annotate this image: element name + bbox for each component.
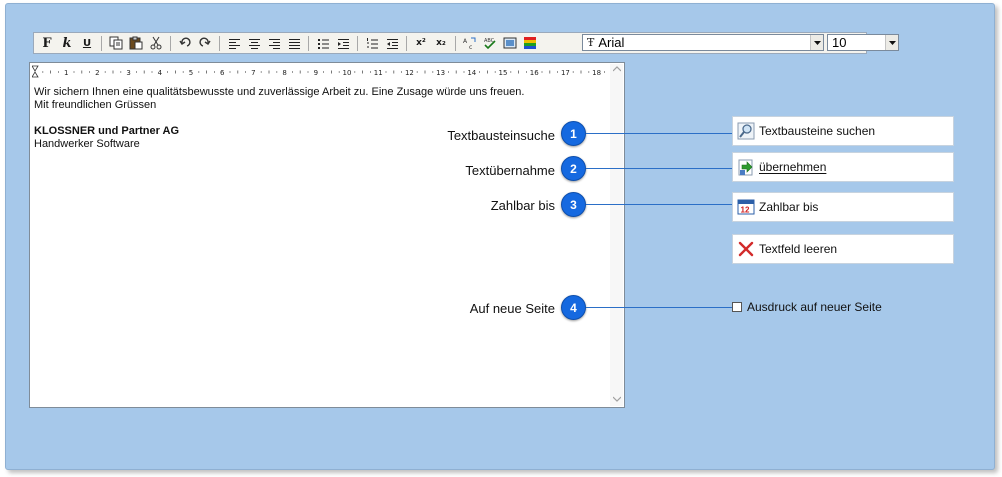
ruler-number: 11 (374, 69, 383, 77)
ruler-number: 17 (561, 69, 570, 77)
search-text-blocks-label: Textbausteine suchen (759, 124, 876, 138)
ruler-number: 15 (499, 69, 508, 77)
align-right-icon[interactable] (265, 35, 283, 51)
bullet-list-icon[interactable] (314, 35, 332, 51)
italic-button[interactable]: k (58, 35, 76, 51)
text-editor[interactable]: 1 2 3 4 5 6 7 8 9 10 11 12 13 14 15 16 17 18 Wir sichern … (29, 62, 625, 408)
scroll-up-icon[interactable] (612, 65, 622, 74)
ruler-number: 9 (314, 69, 318, 77)
toolbar-separator (308, 35, 309, 51)
truetype-icon: Ŧ (587, 36, 595, 49)
spellcheck-icon[interactable]: ABC (481, 35, 499, 51)
toolbar-separator (455, 35, 456, 51)
due-date-button[interactable]: 12 Zahlbar bis (732, 192, 954, 222)
font-size-select[interactable]: 10 (827, 34, 899, 51)
calendar-icon-text: 12 (741, 206, 750, 215)
editor-line: Wir sichern Ihnen eine qualitätsbewusste… (34, 86, 525, 98)
clear-textfield-button[interactable]: Textfeld leeren (732, 234, 954, 264)
callout-connector (586, 307, 732, 308)
callout-label-4: Auf neue Seite (469, 301, 555, 316)
ruler-number: 4 (158, 69, 163, 77)
magnifier-icon (737, 122, 755, 140)
align-left-icon[interactable] (225, 35, 243, 51)
scroll-down-icon[interactable] (612, 395, 622, 404)
new-page-checkbox-row[interactable]: Ausdruck auf neuer Seite (732, 300, 882, 314)
font-select-value: Arial (598, 35, 625, 50)
toolbar-separator (101, 35, 102, 51)
subscript-icon[interactable]: x₂ (432, 35, 450, 51)
align-center-icon[interactable] (245, 35, 263, 51)
svg-text:c: c (469, 44, 472, 50)
font-select[interactable]: Ŧ Arial (582, 34, 824, 51)
ruler-number: 7 (251, 69, 255, 77)
underline-button[interactable]: U (78, 35, 96, 51)
ruler-number: 16 (530, 69, 539, 77)
new-page-checkbox[interactable] (732, 302, 742, 312)
accept-button[interactable]: übernehmen (732, 152, 954, 182)
ruler-number: 13 (436, 69, 445, 77)
justify-icon[interactable] (285, 35, 303, 51)
indent-icon[interactable] (334, 35, 352, 51)
toolbar-separator (406, 35, 407, 51)
redo-icon[interactable] (196, 35, 214, 51)
ruler-number: 5 (189, 69, 193, 77)
ruler-number: 1 (64, 69, 68, 77)
ruler-number: 8 (282, 69, 286, 77)
ruler-number: 10 (343, 69, 352, 77)
undo-icon[interactable] (176, 35, 194, 51)
callout-label-2: Textübernahme (465, 163, 555, 178)
svg-text:A: A (463, 38, 468, 45)
callout-label-1: Textbausteinsuche (447, 128, 555, 143)
red-x-icon (737, 240, 755, 258)
callout-connector (586, 133, 732, 134)
insert-frame-icon[interactable] (501, 35, 519, 51)
callout-connector (586, 168, 732, 169)
toolbar-separator (357, 35, 358, 51)
ruler-number: 3 (126, 69, 130, 77)
chevron-down-icon[interactable] (810, 35, 823, 50)
editor-line: Mit freundlichen Grüssen (34, 99, 157, 111)
callout-badge-4: 4 (561, 295, 586, 320)
search-text-blocks-button[interactable]: Textbausteine suchen (732, 116, 954, 146)
ruler-number: 12 (405, 69, 414, 77)
find-replace-icon[interactable]: Ac (461, 35, 479, 51)
ruler-number: 6 (220, 69, 225, 77)
ruler-number: 2 (95, 69, 99, 77)
callout-badge-3: 3 (561, 192, 586, 217)
callout-badge-2: 2 (561, 156, 586, 181)
cut-icon[interactable] (147, 35, 165, 51)
outdent-icon[interactable] (383, 35, 401, 51)
copy-icon[interactable] (107, 35, 125, 51)
callout-connector (586, 204, 732, 205)
toolbar-separator (170, 35, 171, 51)
accept-icon (737, 158, 755, 176)
toolbar-separator (219, 35, 220, 51)
calendar-icon: 12 (737, 198, 755, 216)
superscript-icon[interactable]: x² (412, 35, 430, 51)
callout-label-3: Zahlbar bis (490, 198, 555, 213)
paste-icon[interactable] (127, 35, 145, 51)
callout-badge-1: 1 (561, 121, 586, 146)
numbered-list-icon[interactable] (363, 35, 381, 51)
vertical-scrollbar[interactable] (610, 64, 623, 406)
new-page-checkbox-label: Ausdruck auf neuer Seite (747, 300, 882, 314)
bold-button[interactable]: F (38, 35, 56, 51)
text-color-icon[interactable] (521, 35, 539, 51)
formatting-toolbar: F k U x² x₂ Ac ABC Ŧ Arial 10 (33, 32, 899, 54)
due-date-label: Zahlbar bis (759, 200, 819, 214)
chevron-down-icon[interactable] (885, 35, 898, 50)
ruler-number: 18 (592, 69, 601, 77)
accept-label: übernehmen (759, 160, 827, 174)
font-size-value: 10 (832, 35, 847, 50)
clear-textfield-label: Textfeld leeren (759, 242, 838, 256)
ruler: 1 2 3 4 5 6 7 8 9 10 11 12 13 14 15 16 17 18 (32, 65, 605, 78)
indent-marker-icon[interactable] (32, 65, 39, 78)
ruler-number: 14 (467, 69, 476, 77)
